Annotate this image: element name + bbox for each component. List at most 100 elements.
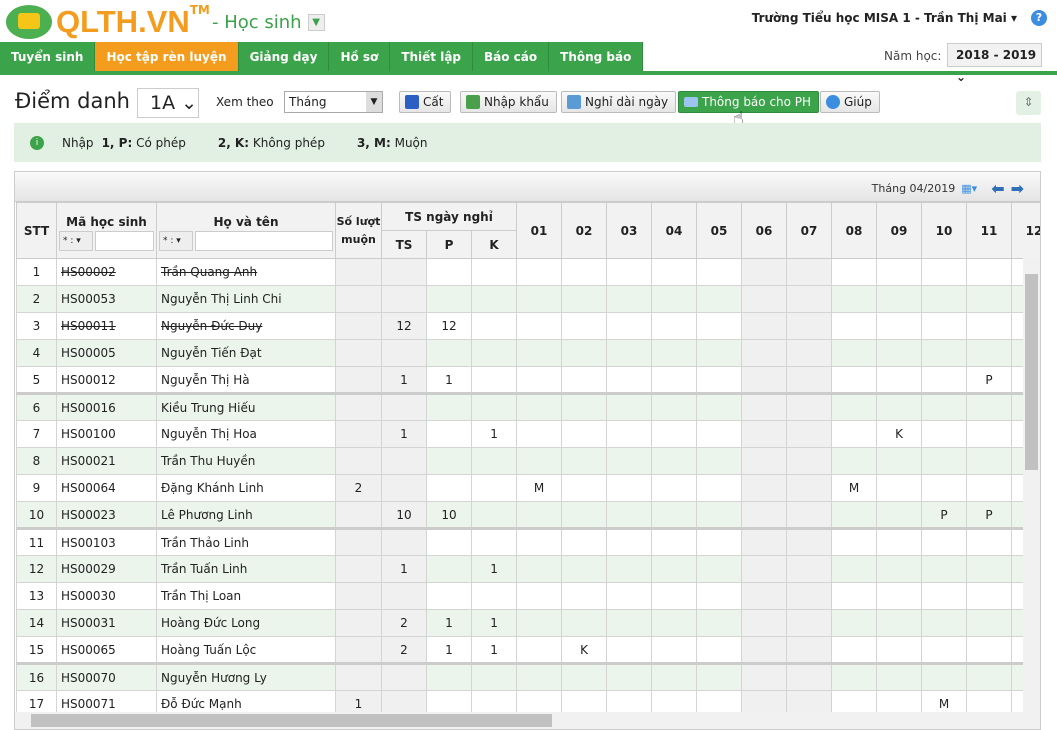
attendance-cell[interactable]: P: [966, 501, 1013, 529]
attendance-cell[interactable]: [876, 609, 923, 637]
attendance-cell[interactable]: [561, 420, 608, 448]
attendance-cell[interactable]: [921, 339, 968, 367]
attendance-cell[interactable]: [516, 392, 563, 421]
table-row[interactable]: 4 HS00005 Nguyễn Tiến Đạt: [16, 339, 1040, 367]
import-button[interactable]: Nhập khẩu: [460, 91, 557, 113]
attendance-cell[interactable]: [651, 339, 698, 367]
attendance-cell[interactable]: [561, 609, 608, 637]
attendance-cell[interactable]: [876, 312, 923, 340]
attendance-cell[interactable]: [651, 636, 698, 664]
attendance-cell[interactable]: [831, 555, 878, 583]
attendance-cell[interactable]: [561, 527, 608, 556]
attendance-cell[interactable]: [786, 609, 833, 637]
attendance-cell[interactable]: P: [921, 501, 968, 529]
attendance-cell[interactable]: K: [876, 420, 923, 448]
attendance-cell[interactable]: [696, 527, 743, 556]
attendance-cell[interactable]: [696, 285, 743, 313]
attendance-cell[interactable]: [966, 420, 1013, 448]
attendance-cell[interactable]: [786, 420, 833, 448]
attendance-cell[interactable]: [786, 474, 833, 502]
attendance-cell[interactable]: [786, 527, 833, 556]
attendance-cell[interactable]: [696, 258, 743, 286]
attendance-cell[interactable]: [921, 420, 968, 448]
table-row[interactable]: 11 HS00103 Trần Thảo Linh: [16, 527, 1040, 556]
attendance-cell[interactable]: [606, 339, 653, 367]
attendance-cell[interactable]: [606, 555, 653, 583]
table-row[interactable]: 5 HS00012 Nguyễn Thị Hà 1 1 P: [16, 366, 1040, 394]
attendance-cell[interactable]: [921, 312, 968, 340]
attendance-cell[interactable]: [921, 285, 968, 313]
attendance-cell[interactable]: [966, 392, 1013, 421]
attendance-cell[interactable]: [786, 662, 833, 691]
attendance-cell[interactable]: [516, 258, 563, 286]
table-row[interactable]: 9 HS00064 Đặng Khánh Linh 2 M M: [16, 474, 1040, 502]
attendance-cell[interactable]: [561, 258, 608, 286]
attendance-cell[interactable]: [921, 474, 968, 502]
attendance-cell[interactable]: [696, 501, 743, 529]
attendance-cell[interactable]: M: [516, 474, 563, 502]
attendance-cell[interactable]: [741, 662, 788, 691]
attendance-cell[interactable]: [876, 582, 923, 610]
table-row[interactable]: 8 HS00021 Trần Thu Huyền: [16, 447, 1040, 475]
table-row[interactable]: 2 HS00053 Nguyễn Thị Linh Chi: [16, 285, 1040, 313]
code-filter-input[interactable]: [95, 230, 154, 251]
attendance-cell[interactable]: [696, 366, 743, 394]
attendance-cell[interactable]: [741, 392, 788, 421]
next-month-arrow-icon[interactable]: ➡: [1011, 179, 1024, 198]
attendance-cell[interactable]: [966, 662, 1013, 691]
attendance-cell[interactable]: [651, 312, 698, 340]
attendance-cell[interactable]: [876, 366, 923, 394]
attendance-cell[interactable]: [741, 420, 788, 448]
attendance-cell[interactable]: [876, 555, 923, 583]
attendance-cell[interactable]: [921, 636, 968, 664]
attendance-cell[interactable]: [696, 339, 743, 367]
attendance-cell[interactable]: [516, 501, 563, 529]
long-leave-button[interactable]: Nghỉ dài ngày: [561, 91, 677, 113]
attendance-cell[interactable]: [606, 366, 653, 394]
attendance-cell[interactable]: [966, 609, 1013, 637]
month-picker[interactable]: Tháng 04/2019 ▦▾ ⬅ ➡: [872, 179, 1024, 198]
attendance-cell[interactable]: [786, 447, 833, 475]
attendance-cell[interactable]: [606, 609, 653, 637]
logo[interactable]: QLTH.VN TM: [6, 3, 210, 40]
attendance-cell[interactable]: [606, 392, 653, 421]
attendance-cell[interactable]: [786, 582, 833, 610]
attendance-cell[interactable]: [876, 392, 923, 421]
attendance-cell[interactable]: [831, 339, 878, 367]
attendance-cell[interactable]: [651, 582, 698, 610]
user-menu[interactable]: Trường Tiểu học MISA 1 - Trần Thị Mai ▾: [752, 11, 1017, 25]
attendance-cell[interactable]: [741, 474, 788, 502]
attendance-cell[interactable]: [966, 447, 1013, 475]
attendance-cell[interactable]: [741, 609, 788, 637]
school-year-select[interactable]: 2018 - 2019 ⌄: [947, 43, 1042, 84]
attendance-cell[interactable]: [606, 636, 653, 664]
table-row[interactable]: 14 HS00031 Hoàng Đức Long 2 1 1: [16, 609, 1040, 637]
attendance-cell[interactable]: [786, 636, 833, 664]
scroll-thumb[interactable]: [1025, 274, 1038, 470]
attendance-cell[interactable]: [651, 662, 698, 691]
attendance-cell[interactable]: [966, 527, 1013, 556]
attendance-cell[interactable]: [516, 636, 563, 664]
attendance-cell[interactable]: [561, 285, 608, 313]
attendance-cell[interactable]: [561, 662, 608, 691]
attendance-cell[interactable]: [516, 662, 563, 691]
help-icon[interactable]: ?: [1031, 10, 1047, 26]
attendance-cell[interactable]: [696, 636, 743, 664]
attendance-cell[interactable]: [831, 662, 878, 691]
attendance-cell[interactable]: [696, 609, 743, 637]
attendance-cell[interactable]: [561, 447, 608, 475]
attendance-cell[interactable]: [786, 258, 833, 286]
attendance-cell[interactable]: [696, 420, 743, 448]
attendance-cell[interactable]: [786, 366, 833, 394]
filter-operator[interactable]: * : ▾: [159, 230, 193, 251]
expand-collapse-icon[interactable]: ⇕: [1016, 91, 1041, 115]
nav-tab[interactable]: Giảng dạy: [238, 42, 330, 72]
attendance-cell[interactable]: [741, 258, 788, 286]
attendance-cell[interactable]: [786, 312, 833, 340]
save-button[interactable]: Cất: [399, 91, 452, 113]
attendance-cell[interactable]: [876, 501, 923, 529]
table-row[interactable]: 10 HS00023 Lê Phương Linh 10 10 P P: [16, 501, 1040, 529]
attendance-cell[interactable]: [651, 366, 698, 394]
attendance-cell[interactable]: [876, 474, 923, 502]
attendance-cell[interactable]: [966, 339, 1013, 367]
